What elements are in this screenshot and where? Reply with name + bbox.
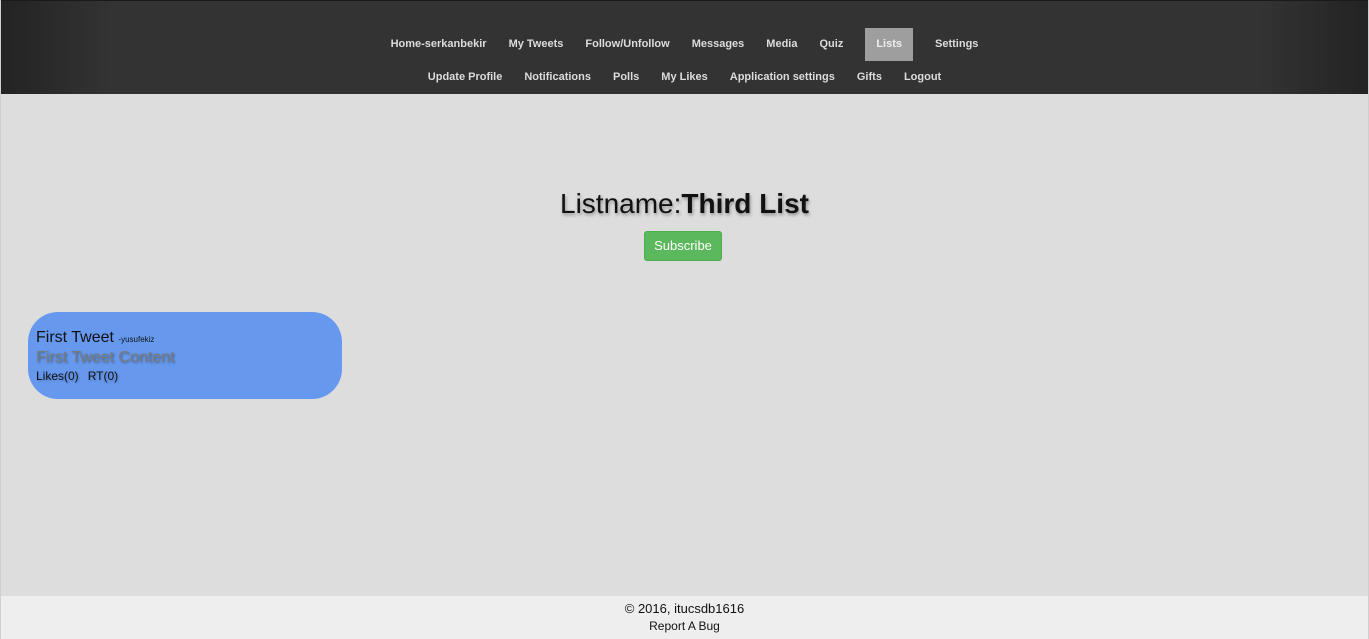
tweet-content: First Tweet Content [36,349,175,366]
tweet-header: First Tweet -yusufekiz [36,329,334,349]
subscribe-button[interactable]: Subscribe [644,231,722,261]
nav-logout[interactable]: Logout [893,61,952,94]
nav-follow-unfollow[interactable]: Follow/Unfollow [574,28,680,61]
nav-gifts[interactable]: Gifts [846,61,893,94]
nav-home[interactable]: Home-serkanbekir [380,28,498,61]
nav-notifications[interactable]: Notifications [513,61,602,94]
nav-messages[interactable]: Messages [681,28,756,61]
tweet-author[interactable]: -yusufekiz [118,335,154,344]
tweet-title: First Tweet [36,329,114,346]
list-name: Third List [681,188,809,219]
list-title-label: Listname: [560,188,682,219]
tweet-card: First Tweet -yusufekiz First Tweet Conte… [28,312,342,399]
nav-row-secondary: Update Profile Notifications Polls My Li… [1,61,1368,94]
list-title: Listname:Third List [1,188,1368,220]
nav-my-tweets[interactable]: My Tweets [498,28,575,61]
nav-lists[interactable]: Lists [865,28,914,61]
tweet-stats: Likes(0) RT(0) [36,367,334,385]
nav-polls[interactable]: Polls [602,61,650,94]
page: Home-serkanbekir My Tweets Follow/Unfoll… [0,0,1369,639]
footer: © 2016, itucsdb1616 Report A Bug [1,596,1368,639]
nav-my-likes[interactable]: My Likes [650,61,718,94]
report-bug-link[interactable]: Report A Bug [1,617,1368,635]
nav-quiz[interactable]: Quiz [808,28,854,61]
tweet-retweet-link[interactable]: RT(0) [88,369,118,383]
nav-media[interactable]: Media [755,28,808,61]
tweet-likes-link[interactable]: Likes(0) [36,369,79,383]
nav-settings[interactable]: Settings [924,28,989,61]
nav-application-settings[interactable]: Application settings [719,61,846,94]
nav-row-primary: Home-serkanbekir My Tweets Follow/Unfoll… [1,28,1368,61]
top-navbar: Home-serkanbekir My Tweets Follow/Unfoll… [1,0,1368,94]
footer-copyright: © 2016, itucsdb1616 [624,601,745,616]
nav-update-profile[interactable]: Update Profile [417,61,514,94]
